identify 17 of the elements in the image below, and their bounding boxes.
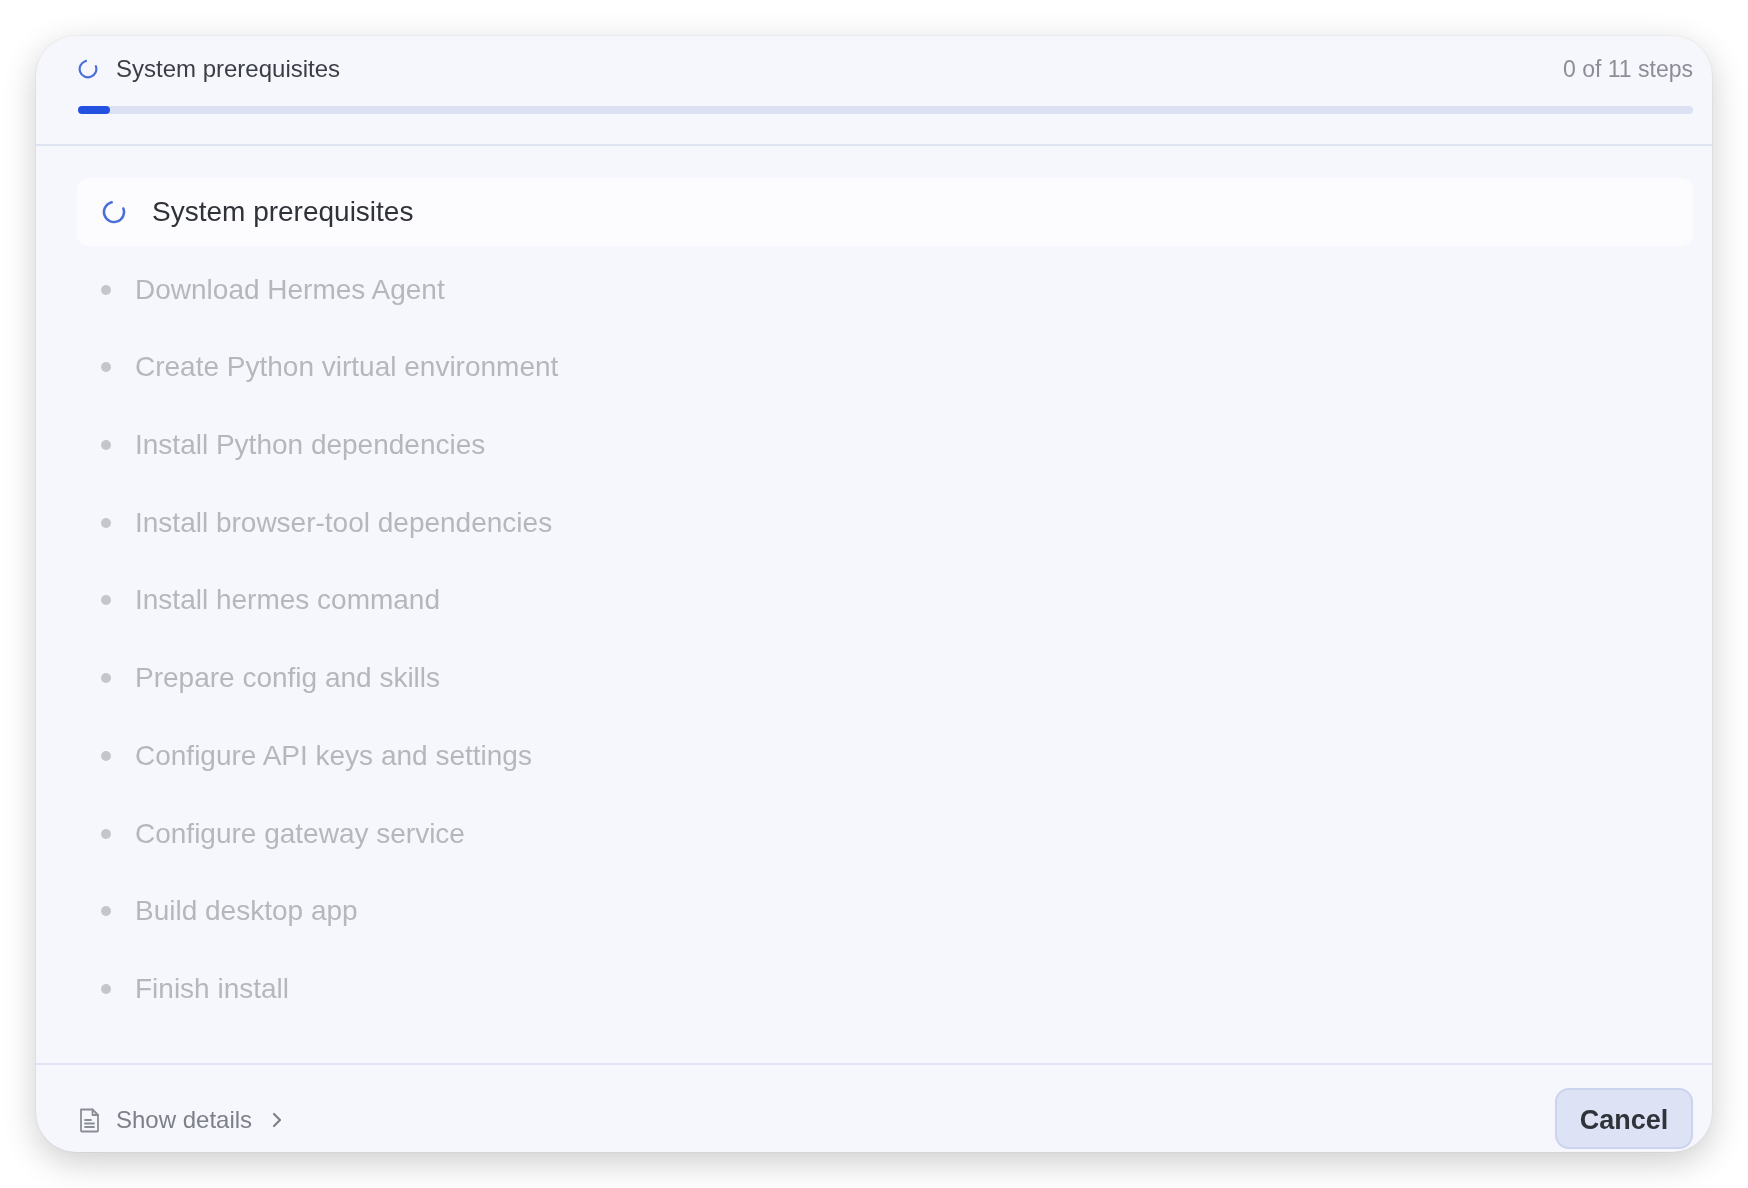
step-label: Install browser-tool dependencies <box>135 506 553 539</box>
step-label: Prepare config and skills <box>135 662 441 695</box>
show-details-link[interactable]: Show details <box>79 1088 283 1149</box>
step-label: Build desktop app <box>135 895 358 928</box>
step-counter: 0 of 11 steps <box>1563 55 1693 83</box>
chevron-right-icon <box>272 1112 283 1128</box>
step-label: Install hermes command <box>135 584 440 617</box>
cancel-button[interactable]: Cancel <box>1555 1088 1693 1149</box>
step-label: Configure API keys and settings <box>135 739 532 772</box>
step-label: System prerequisites <box>152 196 414 228</box>
step-label: Install Python dependencies <box>135 429 486 462</box>
document-icon <box>79 1107 100 1133</box>
step-label: Download Hermes Agent <box>135 273 445 306</box>
step-label: Finish install <box>135 972 290 1005</box>
step-label: Create Python virtual environment <box>135 351 559 384</box>
step-label: Configure gateway service <box>135 817 465 850</box>
progress-title: System prerequisites <box>116 55 341 83</box>
